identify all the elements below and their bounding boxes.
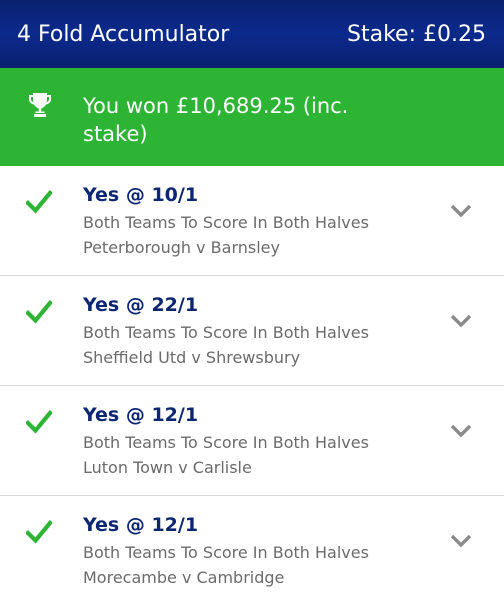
stake-label: Stake: [347, 21, 417, 47]
win-amount-text: You won £10,689.25 (inc. stake) [83, 94, 349, 146]
win-banner: You won £10,689.25 (inc. stake) [0, 68, 504, 166]
selection-row[interactable]: Yes @ 10/1 Both Teams To Score In Both H… [0, 166, 504, 276]
check-icon [26, 190, 52, 214]
stake-info: Stake: £0.25 [347, 22, 486, 47]
trophy-icon [29, 93, 51, 117]
selection-row[interactable]: Yes @ 22/1 Both Teams To Score In Both H… [0, 276, 504, 386]
selection-odds: Yes @ 10/1 [83, 184, 199, 206]
selection-match: Sheffield Utd v Shrewsbury [83, 348, 301, 367]
check-icon [26, 520, 52, 544]
selection-match: Morecambe v Cambridge [83, 568, 285, 587]
chevron-down-icon[interactable] [449, 533, 473, 549]
selection-match: Luton Town v Carlisle [83, 458, 252, 477]
chevron-down-icon[interactable] [449, 423, 473, 439]
selection-market: Both Teams To Score In Both Halves [83, 543, 369, 562]
bet-type-title: 4 Fold Accumulator [17, 21, 230, 47]
chevron-down-icon[interactable] [449, 313, 473, 329]
selection-market: Both Teams To Score In Both Halves [83, 433, 369, 452]
selection-odds: Yes @ 12/1 [83, 404, 199, 426]
selection-match: Peterborough v Barnsley [83, 238, 280, 257]
check-icon [26, 300, 52, 324]
selection-market: Both Teams To Score In Both Halves [83, 323, 369, 342]
selection-list: Yes @ 10/1 Both Teams To Score In Both H… [0, 166, 504, 606]
bet-header: 4 Fold Accumulator Stake: £0.25 [0, 0, 504, 68]
selection-odds: Yes @ 12/1 [83, 514, 199, 536]
selection-row[interactable]: Yes @ 12/1 Both Teams To Score In Both H… [0, 496, 504, 606]
selection-market: Both Teams To Score In Both Halves [83, 213, 369, 232]
stake-value: £0.25 [423, 21, 486, 47]
selection-odds: Yes @ 22/1 [83, 294, 199, 316]
check-icon [26, 410, 52, 434]
chevron-down-icon[interactable] [449, 203, 473, 219]
selection-row[interactable]: Yes @ 12/1 Both Teams To Score In Both H… [0, 386, 504, 496]
